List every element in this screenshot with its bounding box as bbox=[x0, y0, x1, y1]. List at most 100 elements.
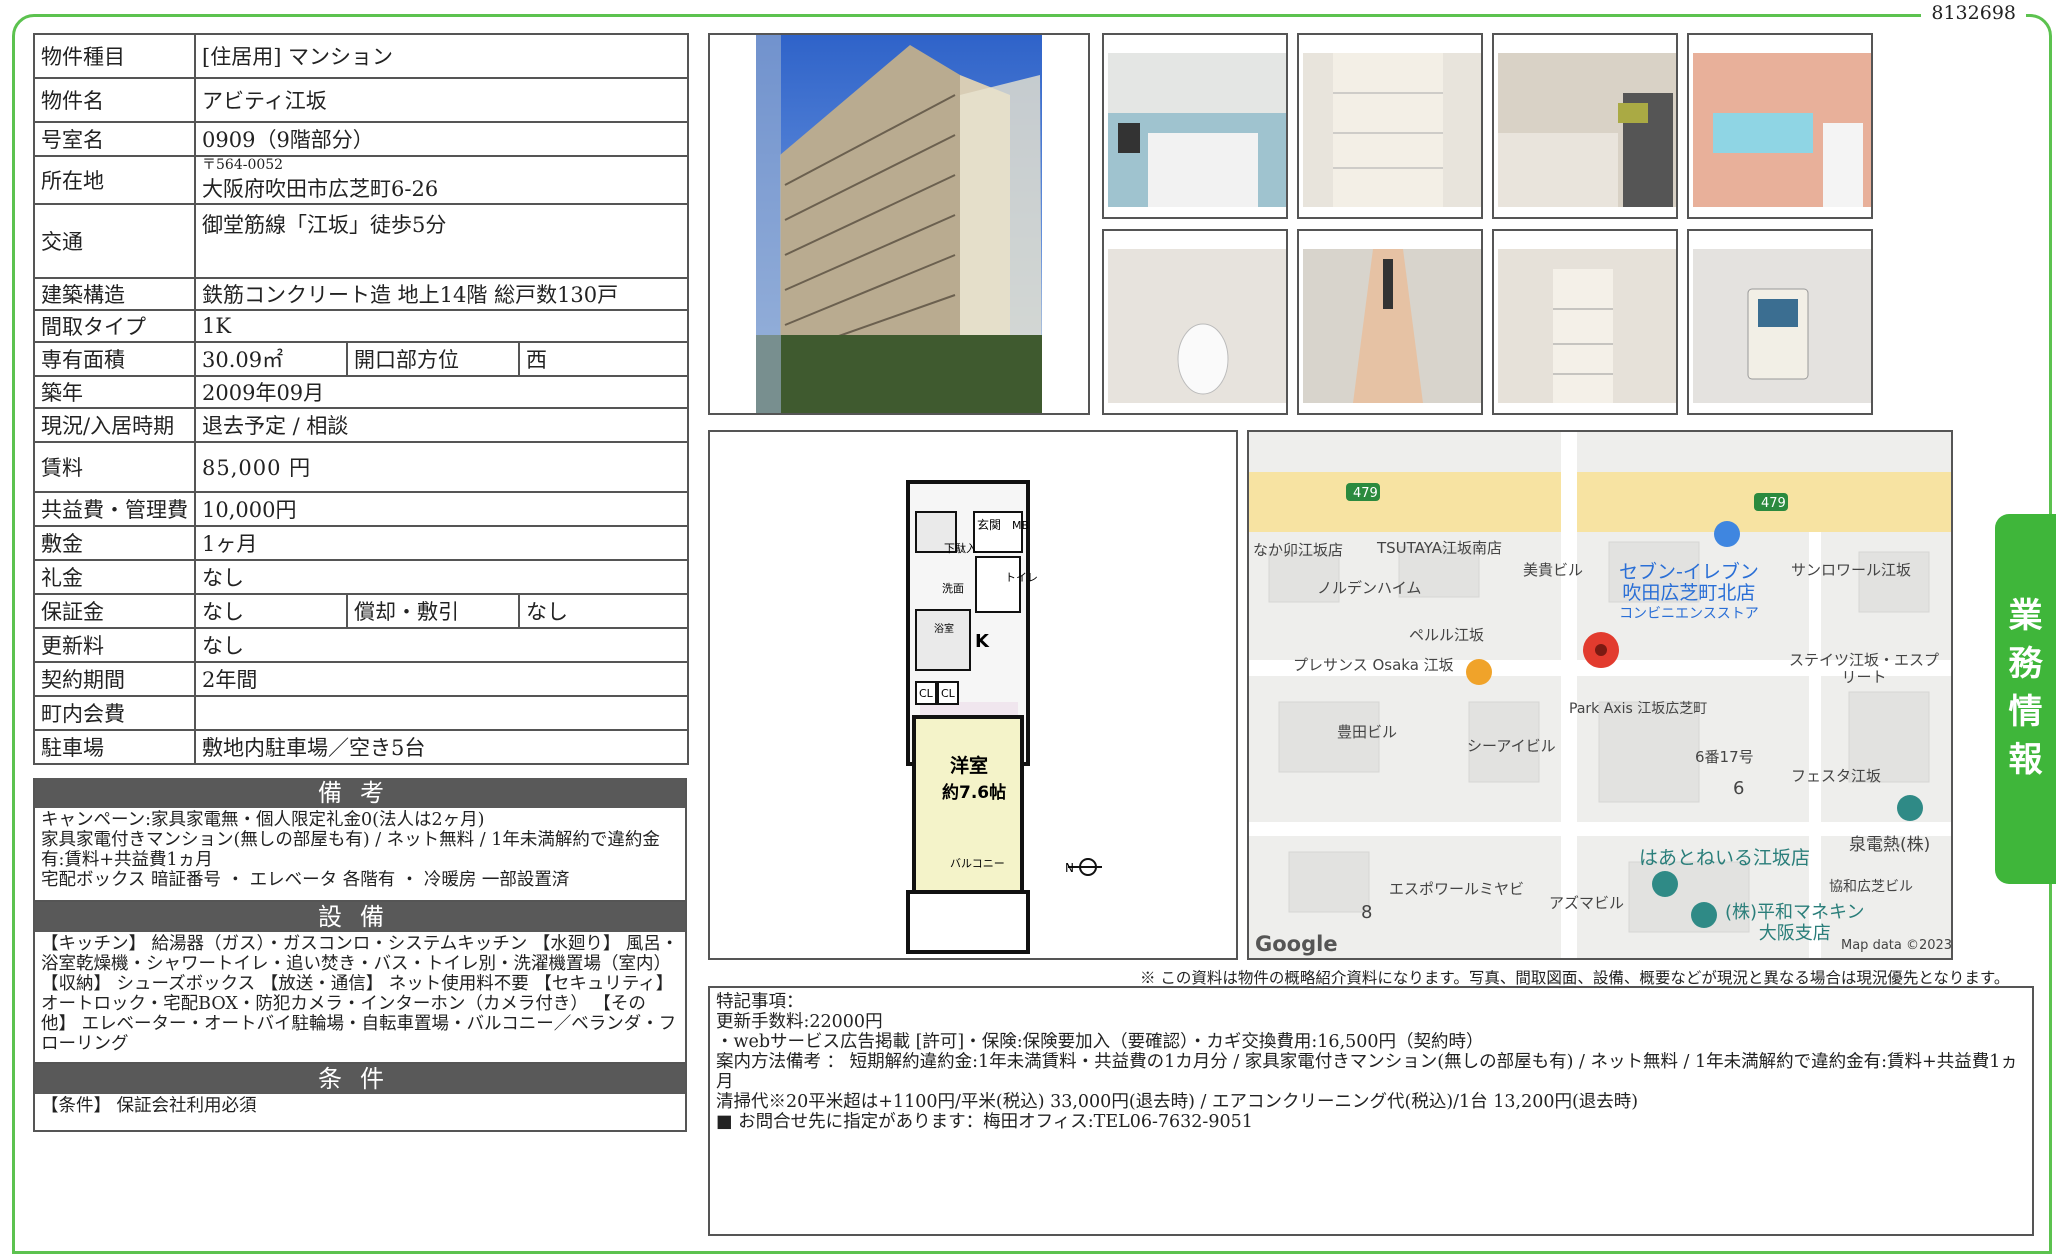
map-label: 6番17号 bbox=[1695, 748, 1754, 766]
value: 1ヶ月 bbox=[193, 525, 690, 561]
label: 交通 bbox=[33, 203, 196, 279]
room-photo-6 bbox=[1297, 229, 1483, 415]
fp-cl-1: CL bbox=[919, 687, 934, 700]
label: 号室名 bbox=[33, 121, 196, 157]
zip-code: 〒564-0052 bbox=[202, 157, 284, 173]
room-photo-2 bbox=[1297, 33, 1483, 219]
label: 間取タイプ bbox=[33, 309, 196, 343]
map-label: サンロワール江坂 bbox=[1791, 561, 1912, 579]
note-line: 更新手数料:22000円 bbox=[716, 1012, 883, 1032]
fp-mb: MB bbox=[1012, 519, 1029, 532]
map-store: セブン-イレブン 吹田広芝町北店 コンビニエンスストア bbox=[1619, 561, 1759, 623]
map-label: 協和広芝ビル bbox=[1829, 879, 1913, 895]
row-parking: 駐車場 敷地内駐車場／空き5台 bbox=[33, 729, 690, 765]
value: [住居用] マンション bbox=[193, 33, 690, 79]
building-photo bbox=[708, 33, 1090, 415]
map-label: TSUTAYA江坂南店 bbox=[1377, 539, 1503, 557]
map-label: なか卯江坂店 bbox=[1253, 541, 1344, 559]
row-guarantee: 保証金 なし 償却・敷引 なし bbox=[33, 593, 690, 629]
row-town-fee: 町内会費 bbox=[33, 695, 690, 731]
row-address: 所在地 〒564-0052 大阪府吹田市広芝町6-26 bbox=[33, 155, 690, 205]
label: 物件名 bbox=[33, 77, 196, 123]
label: 礼金 bbox=[33, 559, 196, 595]
row-type: 物件種目 [住居用] マンション bbox=[33, 33, 690, 79]
room-photo-4 bbox=[1687, 33, 1873, 219]
label: 開口部方位 bbox=[346, 341, 520, 377]
value: 御堂筋線「江坂」徒歩5分 bbox=[193, 203, 690, 279]
row-area: 専有面積 30.09㎡ 開口部方位西 bbox=[33, 341, 690, 377]
location-map[interactable]: 479 479 なか卯江坂店 TSUTAYA江坂南店 美貴ビル サンロワール江坂… bbox=[1247, 430, 1953, 960]
value: 30.09㎡ bbox=[194, 341, 348, 377]
map-label: プレサンス Osaka 江坂 bbox=[1293, 656, 1454, 674]
room-photo-7 bbox=[1492, 229, 1678, 415]
fp-entrance: 玄関 bbox=[977, 517, 1001, 532]
row-status: 現況/入居時期 退去予定 / 相談 bbox=[33, 407, 690, 443]
row-key-money: 礼金 なし bbox=[33, 559, 690, 595]
room-photo-1 bbox=[1102, 33, 1288, 219]
row-renewal: 更新料 なし bbox=[33, 627, 690, 663]
map-label: エスポワールミヤビ bbox=[1389, 880, 1525, 898]
floor-plan: 下駄入 玄関 MB トイレ 洗面 浴室 K CL CL 洋室 約7.6帖 バルコ… bbox=[708, 430, 1238, 960]
label: 築年 bbox=[33, 375, 196, 409]
address: 大阪府吹田市広芝町6-26 bbox=[202, 177, 439, 201]
note-line: 特記事項： bbox=[716, 992, 804, 1012]
remarks-section: 備考 キャンペーン:家具家電無・個人限定礼金0(法人は2ヶ月) 家具家電付きマン… bbox=[33, 778, 687, 902]
label: 物件種目 bbox=[33, 33, 196, 79]
fp-shoes: 下駄入 bbox=[944, 541, 977, 555]
business-info-tab[interactable]: 業 務 情 報 bbox=[1995, 514, 2056, 884]
label: 駐車場 bbox=[33, 729, 196, 765]
conditions-text: 【条件】 保証会社利用必須 bbox=[41, 1096, 257, 1116]
fp-balcony: バルコニー bbox=[950, 857, 1005, 870]
label: 町内会費 bbox=[33, 695, 196, 731]
label: 更新料 bbox=[33, 627, 196, 663]
fp-toilet: トイレ bbox=[1005, 571, 1038, 584]
map-place-1: はあとねいる江坂店 bbox=[1639, 847, 1811, 869]
fp-cl-2: CL bbox=[941, 687, 956, 700]
facilities-title: 設備 bbox=[35, 902, 685, 932]
value: 敷地内駐車場／空き5台 bbox=[193, 729, 690, 765]
room-photo-3 bbox=[1492, 33, 1678, 219]
map-label: ステイツ江坂・エスプリート bbox=[1789, 651, 1940, 686]
row-name: 物件名 アビティ江坂 bbox=[33, 77, 690, 123]
rent-value: 85,000 円 bbox=[193, 441, 690, 493]
fp-north: N bbox=[1065, 861, 1074, 875]
conditions-section: 条件 【条件】 保証会社利用必須 bbox=[33, 1064, 687, 1132]
value bbox=[193, 695, 690, 731]
conditions-title: 条件 bbox=[35, 1064, 685, 1094]
value: なし bbox=[517, 593, 690, 629]
label: 建築構造 bbox=[33, 277, 196, 311]
label: 共益費・管理費 bbox=[33, 491, 196, 527]
fp-bath: 浴室 bbox=[934, 622, 954, 635]
fp-room: 洋室 bbox=[950, 754, 988, 777]
map-label: 美貴ビル bbox=[1523, 561, 1584, 579]
note-line: ・webサービス広告掲載 [許可]・保険:保険要加入（要確認）・カギ交換費用:1… bbox=[716, 1032, 1484, 1052]
special-notes: 特記事項： 更新手数料:22000円 ・webサービス広告掲載 [許可]・保険:… bbox=[708, 986, 2034, 1236]
row-term: 契約期間 2年間 bbox=[33, 661, 690, 697]
document-id: 8132698 bbox=[1921, 2, 2026, 24]
value: 1K bbox=[193, 309, 690, 343]
map-label: 泉電熱(株) bbox=[1849, 835, 1931, 855]
value: 鉄筋コンクリート造 地上14階 総戸数130戸 bbox=[193, 277, 690, 311]
value: アビティ江坂 bbox=[193, 77, 690, 123]
label: 敷金 bbox=[33, 525, 196, 561]
room-photo-5 bbox=[1102, 229, 1288, 415]
fp-room-size: 約7.6帖 bbox=[942, 782, 1006, 803]
value: 2年間 bbox=[193, 661, 690, 697]
map-label: ペルル江坂 bbox=[1409, 626, 1485, 644]
note-line: ■ お問合せ先に指定があります：梅田オフィス:TEL06-7632-9051 bbox=[716, 1112, 1253, 1132]
row-built: 築年 2009年09月 bbox=[33, 375, 690, 409]
map-label: シーアイビル bbox=[1467, 737, 1556, 755]
label: 償却・敷引 bbox=[346, 593, 520, 629]
remarks-text: キャンペーン:家具家電無・個人限定礼金0(法人は2ヶ月) 家具家電付きマンション… bbox=[41, 810, 660, 890]
map-label: アズマビル bbox=[1549, 894, 1625, 912]
row-fee: 共益費・管理費 10,000円 bbox=[33, 491, 690, 527]
value: 10,000円 bbox=[193, 491, 690, 527]
row-structure: 建築構造 鉄筋コンクリート造 地上14階 総戸数130戸 bbox=[33, 277, 690, 311]
label: 現況/入居時期 bbox=[33, 407, 196, 443]
disclaimer: ※ この資料は物件の概略紹介資料になります。写真、間取図面、設備、概要などが現況… bbox=[1140, 969, 2010, 987]
map-label: 豊田ビル bbox=[1337, 723, 1398, 741]
address-cell: 〒564-0052 大阪府吹田市広芝町6-26 bbox=[193, 155, 690, 205]
remarks-title: 備考 bbox=[35, 778, 685, 808]
fp-wash: 洗面 bbox=[942, 582, 964, 595]
row-deposit: 敷金 1ヶ月 bbox=[33, 525, 690, 561]
